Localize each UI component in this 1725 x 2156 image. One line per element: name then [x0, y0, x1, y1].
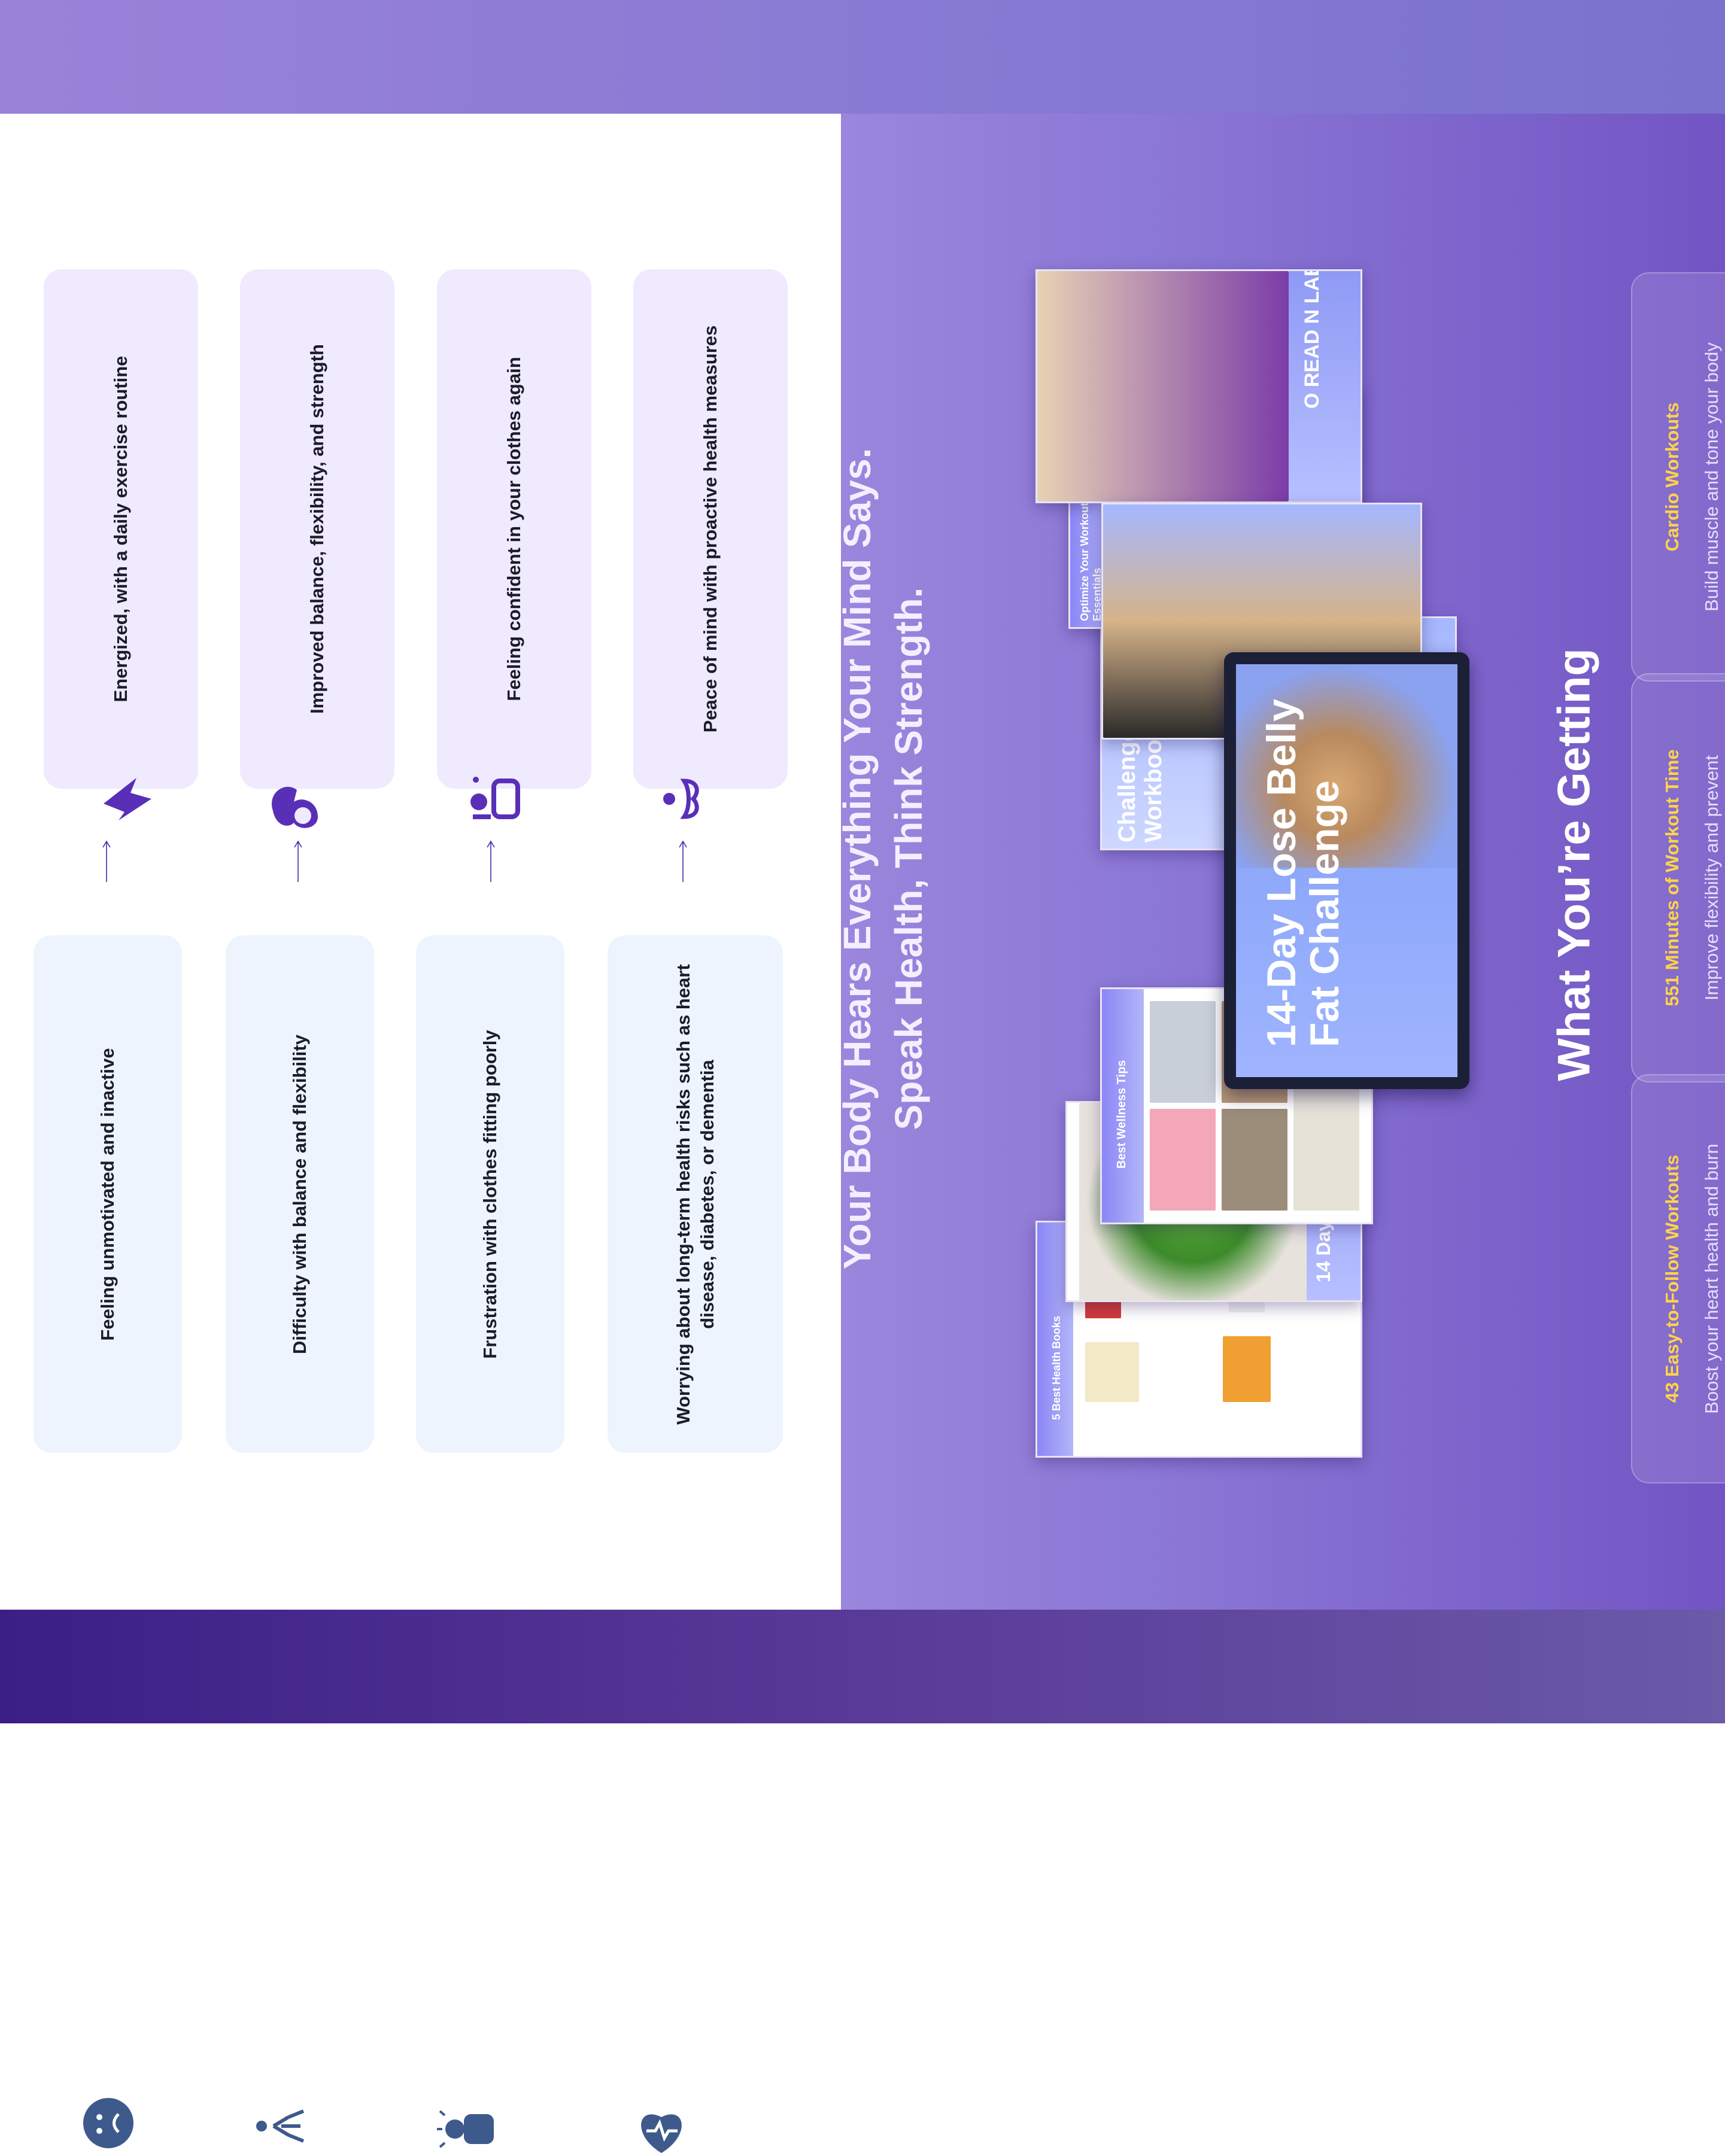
food-photo — [1037, 271, 1289, 501]
arrow-up-icon — [102, 840, 111, 882]
before-card: Worrying about long-term health risks su… — [608, 935, 783, 2153]
feature-desc: Boost your heart health and burn — [1701, 1144, 1722, 1414]
headline-line1: Your Body Hears Everything Your Mind Say… — [836, 448, 879, 1270]
arrow-up-icon — [294, 840, 302, 882]
page-label: O READ N LABELS — [1301, 269, 1323, 409]
after-text: Peace of mind with proactive health meas… — [700, 325, 721, 733]
stretching-person-icon — [256, 2109, 305, 2143]
after-card: Peace of mind with proactive health meas… — [633, 269, 788, 819]
book-cover — [1223, 1336, 1271, 1402]
tablet-title: 14-Day Lose Belly Fat Challenge — [1259, 698, 1347, 1047]
after-text: Energized, with a daily exercise routine — [110, 355, 131, 703]
after-text: Improved balance, flexibility, and stren… — [306, 344, 327, 714]
arrow-up-icon — [679, 840, 687, 882]
tablet-screen: 14-Day Lose Belly Fat Challenge — [1236, 664, 1457, 1077]
feature-desc: Improve flexibility and prevent — [1701, 755, 1722, 1001]
product-page-food-labels: O READ N LABELS — [1035, 269, 1362, 503]
feature-title: Cardio Workouts — [1662, 402, 1683, 552]
section-title: What You’re Getting — [1548, 648, 1600, 1081]
arrow-up-icon — [487, 840, 495, 882]
feature-desc: Build muscle and tone your body — [1701, 342, 1722, 612]
headline: Your Body Hears Everything Your Mind Say… — [831, 392, 934, 1325]
headline-line2: Speak Health, Think Strength. — [887, 587, 930, 1130]
feature-card: 43 Easy-to-Follow Workouts Boost your he… — [1631, 1074, 1725, 1483]
feature-card: 551 Minutes of Workout Time Improve flex… — [1631, 673, 1725, 1082]
wellness-photo — [1150, 1001, 1216, 1103]
tablet-device: 14-Day Lose Belly Fat Challenge — [1224, 652, 1469, 1089]
wellness-photo — [1222, 1109, 1287, 1211]
before-text: Difficulty with balance and flexibility — [289, 1034, 310, 1354]
after-card: Improved balance, flexibility, and stren… — [240, 269, 394, 828]
after-card: Feeling confident in your clothes again — [437, 269, 591, 819]
feature-title: 551 Minutes of Workout Time — [1662, 749, 1683, 1006]
heart-pulse-icon — [641, 2114, 682, 2153]
top-banner — [0, 0, 1725, 114]
sad-face-icon — [83, 2098, 133, 2148]
page-label: Best Wellness Tips — [1115, 1060, 1128, 1169]
after-text: Feeling confident in your clothes again — [503, 357, 524, 701]
feature-card: Cardio Workouts Build muscle and tone yo… — [1631, 272, 1725, 682]
before-card: Feeling unmotivated and inactive — [34, 935, 182, 2148]
before-text: Worrying about long-term health risks su… — [672, 963, 718, 1425]
frustrated-person-icon — [437, 2110, 494, 2148]
before-text: Frustration with clothes fitting poorly — [479, 1029, 500, 1359]
bottom-banner — [0, 1610, 1725, 1723]
book-cover — [1085, 1342, 1139, 1402]
after-card: Energized, with a daily exercise routine — [44, 269, 198, 820]
before-card: Difficulty with balance and flexibility — [226, 935, 374, 2143]
page-label: 5 Best Health Books — [1050, 1315, 1062, 1420]
feature-title: 43 Easy-to-Follow Workouts — [1662, 1154, 1683, 1403]
before-card: Frustration with clothes fitting poorly — [416, 935, 564, 2148]
wellness-photo — [1150, 1109, 1216, 1211]
before-text: Feeling unmotivated and inactive — [97, 1047, 118, 1341]
